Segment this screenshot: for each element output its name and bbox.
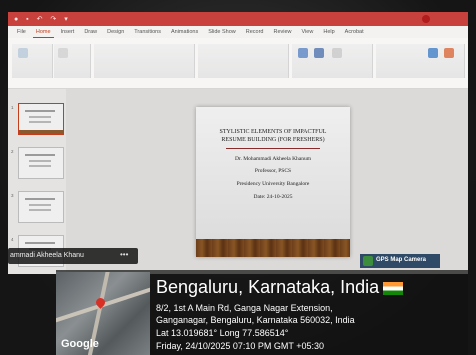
slide-date: Date: 24-10-2025 xyxy=(253,194,293,200)
india-flag-icon xyxy=(383,281,404,295)
participant-name: ammadi Akheela Khanu xyxy=(10,252,84,259)
slide-number: 4 xyxy=(11,237,14,242)
tab-acrobat[interactable]: Acrobat xyxy=(342,26,367,38)
slide-author: Dr. Mohammadi Akheela Khanum xyxy=(234,156,312,162)
gps-badge-label: GPS Map Camera xyxy=(376,257,427,263)
tab-animations[interactable]: Animations xyxy=(168,26,201,38)
tab-view[interactable]: View xyxy=(299,26,317,38)
gps-camera-badge: GPS Map Camera xyxy=(360,254,440,268)
tab-slide-show[interactable]: Slide Show xyxy=(205,26,239,38)
slide-title-line-2: RESUME BUILDING (FOR FRESHERS) xyxy=(221,137,325,143)
ribbon xyxy=(8,38,468,89)
tab-insert[interactable]: Insert xyxy=(58,26,78,38)
tab-transitions[interactable]: Transitions xyxy=(131,26,164,38)
slide-thumbnail-2[interactable] xyxy=(18,147,64,179)
title-bar: ● ▪ ↶ ↷ ▾ xyxy=(8,12,468,26)
shapes-icon[interactable] xyxy=(298,48,308,58)
gps-address-line-2: Ganganagar, Bengaluru, Karnataka 560032,… xyxy=(156,315,355,325)
slide-thumbnails-pane: 1 2 3 4 xyxy=(8,89,67,274)
tab-draw[interactable]: Draw xyxy=(81,26,100,38)
slides-group xyxy=(54,44,91,78)
tab-design[interactable]: Design xyxy=(104,26,127,38)
designer-icon[interactable] xyxy=(444,48,454,58)
font-group xyxy=(94,44,195,78)
photo-frame: ● ▪ ↶ ↷ ▾ File Home Insert Draw Design T… xyxy=(0,0,476,355)
paste-icon[interactable] xyxy=(18,48,28,58)
ribbon-tabs: File Home Insert Draw Design Transitions… xyxy=(8,26,468,38)
editing-group xyxy=(376,44,465,78)
new-slide-icon[interactable] xyxy=(58,48,68,58)
title-underline xyxy=(226,148,320,149)
paragraph-group xyxy=(198,44,289,78)
drawing-group xyxy=(292,44,373,78)
mini-map: Google xyxy=(56,272,150,355)
slide-institution: Presidency University Bangalore xyxy=(236,181,310,187)
slide-number: 2 xyxy=(11,149,14,154)
gps-city-line: Bengaluru, Karnataka, India xyxy=(156,277,404,298)
gps-address-line-1: 8/2, 1st A Main Rd, Ganga Nagar Extensio… xyxy=(156,303,333,313)
monitor-screen: ● ▪ ↶ ↷ ▾ File Home Insert Draw Design T… xyxy=(8,12,468,274)
gps-city: Bengaluru, Karnataka, India xyxy=(156,277,380,297)
quick-styles-icon[interactable] xyxy=(332,48,342,58)
gps-datetime: Friday, 24/10/2025 07:10 PM GMT +05:30 xyxy=(156,341,325,351)
dictate-icon[interactable] xyxy=(428,48,438,58)
map-pin-icon xyxy=(363,256,373,266)
tab-review[interactable]: Review xyxy=(270,26,294,38)
slide-thumbnail-3[interactable] xyxy=(18,191,64,223)
current-slide[interactable]: STYLISTIC ELEMENTS OF IMPACTFUL RESUME B… xyxy=(196,107,350,257)
record-icon[interactable] xyxy=(422,15,430,23)
gps-coordinates: Lat 13.019681° Long 77.586514° xyxy=(156,328,289,338)
google-logo: Google xyxy=(61,338,99,350)
slide-number: 3 xyxy=(11,193,14,198)
arrange-icon[interactable] xyxy=(314,48,324,58)
wood-texture-strip xyxy=(196,239,350,257)
slide-number: 1 xyxy=(11,105,14,110)
clipboard-group xyxy=(12,44,53,78)
tab-record[interactable]: Record xyxy=(243,26,267,38)
participant-name-tag: ammadi Akheela Khanu ••• xyxy=(8,248,138,264)
slide-title-line-1: STYLISTIC ELEMENTS OF IMPACTFUL xyxy=(219,129,327,135)
more-options-icon[interactable]: ••• xyxy=(120,250,128,259)
tab-help[interactable]: Help xyxy=(320,26,337,38)
tab-home[interactable]: Home xyxy=(32,26,54,38)
tab-file[interactable]: File xyxy=(14,26,29,38)
slide-thumbnail-1[interactable] xyxy=(18,103,64,135)
quick-access-icons[interactable]: ● ▪ ↶ ↷ ▾ xyxy=(14,15,71,23)
slide-role: Professor, PSCS xyxy=(254,168,292,174)
slide-canvas: STYLISTIC ELEMENTS OF IMPACTFUL RESUME B… xyxy=(66,89,468,274)
